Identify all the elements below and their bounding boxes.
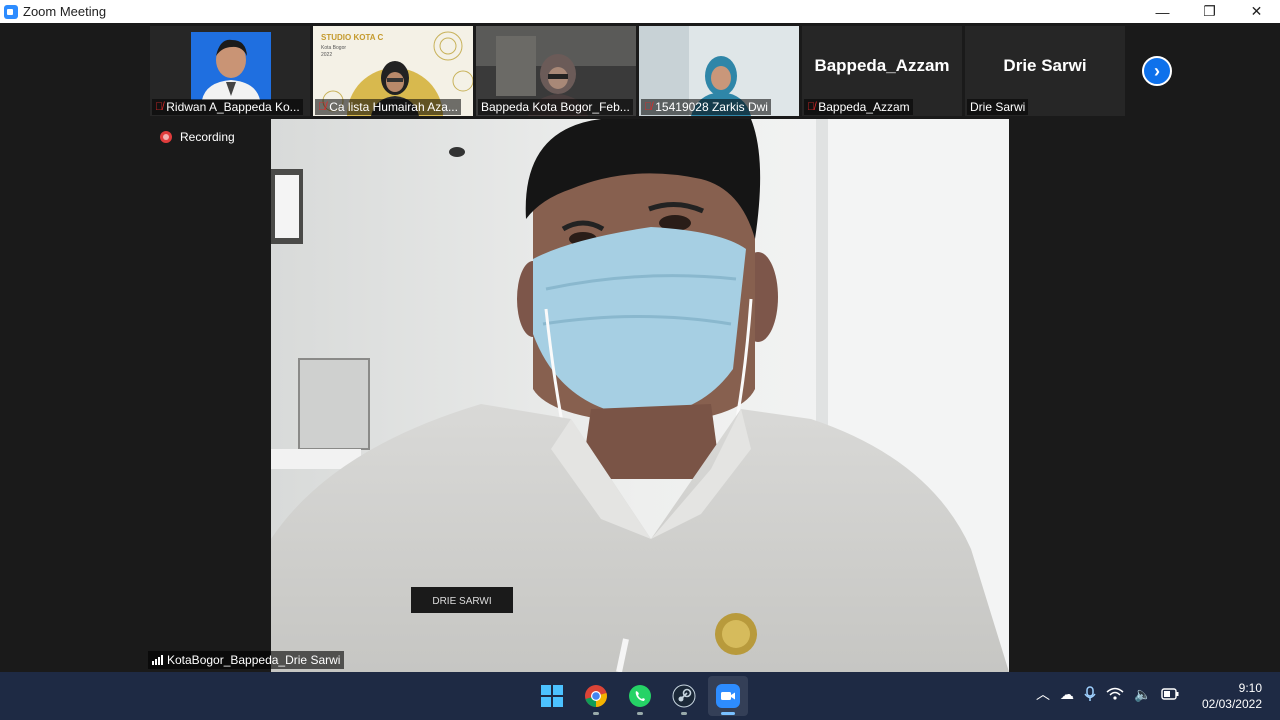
clock-time: 9:10 bbox=[1238, 681, 1262, 695]
running-indicator bbox=[593, 712, 599, 715]
minimize-button[interactable]: — bbox=[1139, 0, 1186, 23]
studio-banner-year: 2022 bbox=[321, 52, 333, 58]
studio-banner-title: STUDIO KOTA C bbox=[321, 33, 384, 42]
participant-tile[interactable]: Bappeda_Azzam 🎙̸ Bappeda_Azzam bbox=[802, 26, 962, 116]
close-button[interactable]: ✕ bbox=[1233, 0, 1280, 23]
gallery-strip: 🎙̸ Ridwan A_Bappeda Ko... STUDIO KOTA C … bbox=[150, 26, 1125, 116]
participant-tile[interactable]: STUDIO KOTA C Kota Bogor 2022 🎙̸ Ca list… bbox=[313, 26, 473, 116]
window-titlebar: Zoom Meeting — ❐ ✕ bbox=[0, 0, 1280, 23]
chrome-icon bbox=[585, 685, 607, 707]
taskbar-apps bbox=[532, 676, 748, 716]
chevron-up-icon[interactable]: ︿ bbox=[1036, 684, 1050, 704]
participant-tile[interactable]: Drie Sarwi Drie Sarwi bbox=[965, 26, 1125, 116]
start-button[interactable] bbox=[532, 676, 572, 716]
participant-tile[interactable]: Bappeda Kota Bogor_Feb... bbox=[476, 26, 636, 116]
window-title: Zoom Meeting bbox=[23, 4, 107, 19]
participant-name: 🎙̸ 15419028 Zarkis Dwi bbox=[641, 99, 771, 115]
volume-icon[interactable]: 🔈 bbox=[1134, 686, 1151, 703]
wifi-icon[interactable] bbox=[1106, 687, 1124, 701]
recording-label: Recording bbox=[180, 130, 235, 144]
muted-mic-icon: 🎙̸ bbox=[318, 101, 327, 113]
whatsapp-icon bbox=[629, 685, 651, 707]
onedrive-icon[interactable]: ☁ bbox=[1060, 686, 1074, 703]
taskbar-clock[interactable]: 9:10 02/03/2022 bbox=[1202, 680, 1262, 712]
running-indicator bbox=[681, 712, 687, 715]
steam-icon bbox=[672, 684, 696, 708]
participant-tile[interactable]: 🎙̸ 15419028 Zarkis Dwi bbox=[639, 26, 799, 116]
participant-display-name: Drie Sarwi bbox=[1003, 56, 1087, 75]
active-speaker-label: KotaBogor_Bappeda_Drie Sarwi bbox=[148, 651, 345, 669]
connection-signal-icon bbox=[152, 655, 163, 665]
muted-mic-icon: 🎙̸ bbox=[807, 101, 816, 113]
meeting-area: 🎙̸ Ridwan A_Bappeda Ko... STUDIO KOTA C … bbox=[0, 23, 1280, 672]
chrome-taskbar-button[interactable] bbox=[576, 676, 616, 716]
muted-mic-icon: 🎙̸ bbox=[155, 101, 164, 113]
whatsapp-taskbar-button[interactable] bbox=[620, 676, 660, 716]
active-indicator bbox=[721, 712, 735, 715]
window-controls: — ❐ ✕ bbox=[1139, 0, 1280, 23]
active-speaker-video: DRIE SARWI bbox=[271, 119, 1009, 672]
studio-banner-city: Kota Bogor bbox=[321, 45, 347, 51]
steam-taskbar-button[interactable] bbox=[664, 676, 704, 716]
clock-date: 02/03/2022 bbox=[1201, 697, 1262, 711]
zoom-icon bbox=[716, 684, 740, 708]
running-indicator bbox=[637, 712, 643, 715]
participant-name: Drie Sarwi bbox=[967, 99, 1029, 115]
recording-indicator[interactable]: Recording bbox=[160, 130, 235, 144]
battery-icon[interactable] bbox=[1161, 688, 1179, 700]
participant-display-name: Bappeda_Azzam bbox=[814, 56, 950, 75]
muted-mic-icon: 🎙̸ bbox=[644, 101, 653, 113]
zoom-app-icon bbox=[4, 4, 18, 19]
recording-dot-icon bbox=[160, 131, 172, 143]
participant-name: 🎙̸ Ca lista Humairah Aza... bbox=[315, 99, 461, 115]
restore-button[interactable]: ❐ bbox=[1186, 0, 1233, 23]
gallery-next-button[interactable]: › bbox=[1142, 56, 1172, 86]
participant-name: Bappeda Kota Bogor_Feb... bbox=[478, 99, 633, 115]
microphone-icon[interactable] bbox=[1084, 686, 1096, 702]
active-speaker-name: KotaBogor_Bappeda_Drie Sarwi bbox=[167, 653, 341, 667]
participant-name: 🎙̸ Bappeda_Azzam bbox=[804, 99, 913, 115]
system-tray: ︿ ☁ 🔈 bbox=[1036, 684, 1179, 704]
participant-tile[interactable]: 🎙̸ Ridwan A_Bappeda Ko... bbox=[150, 26, 310, 116]
windows-start-icon bbox=[541, 685, 563, 707]
chevron-right-icon: › bbox=[1154, 60, 1160, 81]
speaker-video-frame: DRIE SARWI bbox=[271, 119, 1009, 672]
zoom-taskbar-button[interactable] bbox=[708, 676, 748, 716]
windows-taskbar: ︿ ☁ 🔈 9:10 02/03/2022 bbox=[0, 672, 1280, 720]
participant-name: 🎙̸ Ridwan A_Bappeda Ko... bbox=[152, 99, 303, 115]
speaker-name-tag: DRIE SARWI bbox=[432, 596, 491, 607]
